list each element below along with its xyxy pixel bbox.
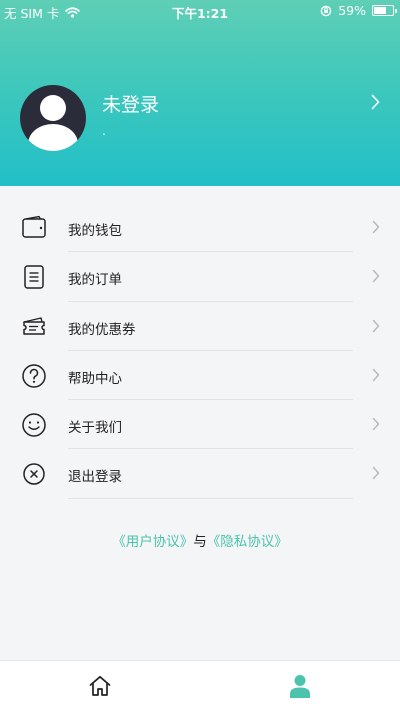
battery-level	[374, 7, 386, 14]
agreement-conjunction: 与	[193, 534, 207, 550]
menu-list: 我的钱包 我的订单 我的优惠券 帮助中心 关于我们 退出登录	[0, 203, 400, 499]
status-bar: 无 SIM 卡 下午1:21 59%	[0, 0, 400, 22]
avatar-head	[40, 95, 66, 121]
chevron-right-icon	[372, 220, 380, 234]
wallet-icon	[22, 215, 46, 238]
close-circle-icon	[23, 463, 45, 486]
user-icon[interactable]	[288, 674, 312, 699]
chevron-right-icon	[372, 467, 380, 480]
profile-row[interactable]: 未登录 .	[0, 70, 400, 160]
order-list-icon	[24, 265, 44, 290]
menu-label-orders: 我的订单	[68, 272, 122, 289]
smiley-icon	[22, 413, 46, 437]
orientation-lock-icon	[320, 5, 332, 16]
menu-label-about: 关于我们	[68, 420, 122, 437]
chevron-right-icon	[372, 368, 380, 382]
user-agreement-link[interactable]: 《用户协议》	[112, 534, 193, 550]
avatar-body	[28, 124, 78, 151]
menu-item-about[interactable]: 关于我们	[0, 400, 400, 450]
menu-label-help: 帮助中心	[68, 370, 122, 387]
coupon-icon	[23, 316, 45, 335]
menu-label-coupons: 我的优惠券	[68, 321, 136, 338]
battery-icon	[372, 5, 397, 16]
chevron-right-icon[interactable]	[371, 94, 380, 110]
privacy-agreement-link[interactable]: 《隐私协议》	[207, 534, 288, 550]
avatar[interactable]	[20, 85, 86, 151]
menu-item-logout[interactable]: 退出登录	[0, 449, 400, 499]
menu-item-coupons[interactable]: 我的优惠券	[0, 302, 400, 351]
menu-label-logout: 退出登录	[68, 469, 122, 486]
agreement-links: 《用户协议》与《隐私协议》	[0, 530, 400, 550]
menu-item-orders[interactable]: 我的订单	[0, 252, 400, 302]
tab-bar	[0, 660, 400, 710]
chevron-right-icon	[372, 319, 380, 332]
home-icon[interactable]	[88, 674, 112, 698]
chevron-right-icon	[372, 270, 380, 283]
chevron-right-icon	[372, 417, 380, 431]
help-circle-icon	[22, 364, 46, 388]
profile-name[interactable]: 未登录	[102, 90, 159, 117]
profile-header: 无 SIM 卡 下午1:21 59% 未登录 .	[0, 0, 400, 186]
menu-item-help[interactable]: 帮助中心	[0, 351, 400, 401]
battery-percent: 59%	[338, 3, 366, 18]
menu-label-wallet: 我的钱包	[68, 223, 122, 239]
divider	[68, 497, 353, 499]
menu-item-wallet[interactable]: 我的钱包	[0, 203, 400, 253]
profile-subtitle: .	[102, 124, 106, 138]
